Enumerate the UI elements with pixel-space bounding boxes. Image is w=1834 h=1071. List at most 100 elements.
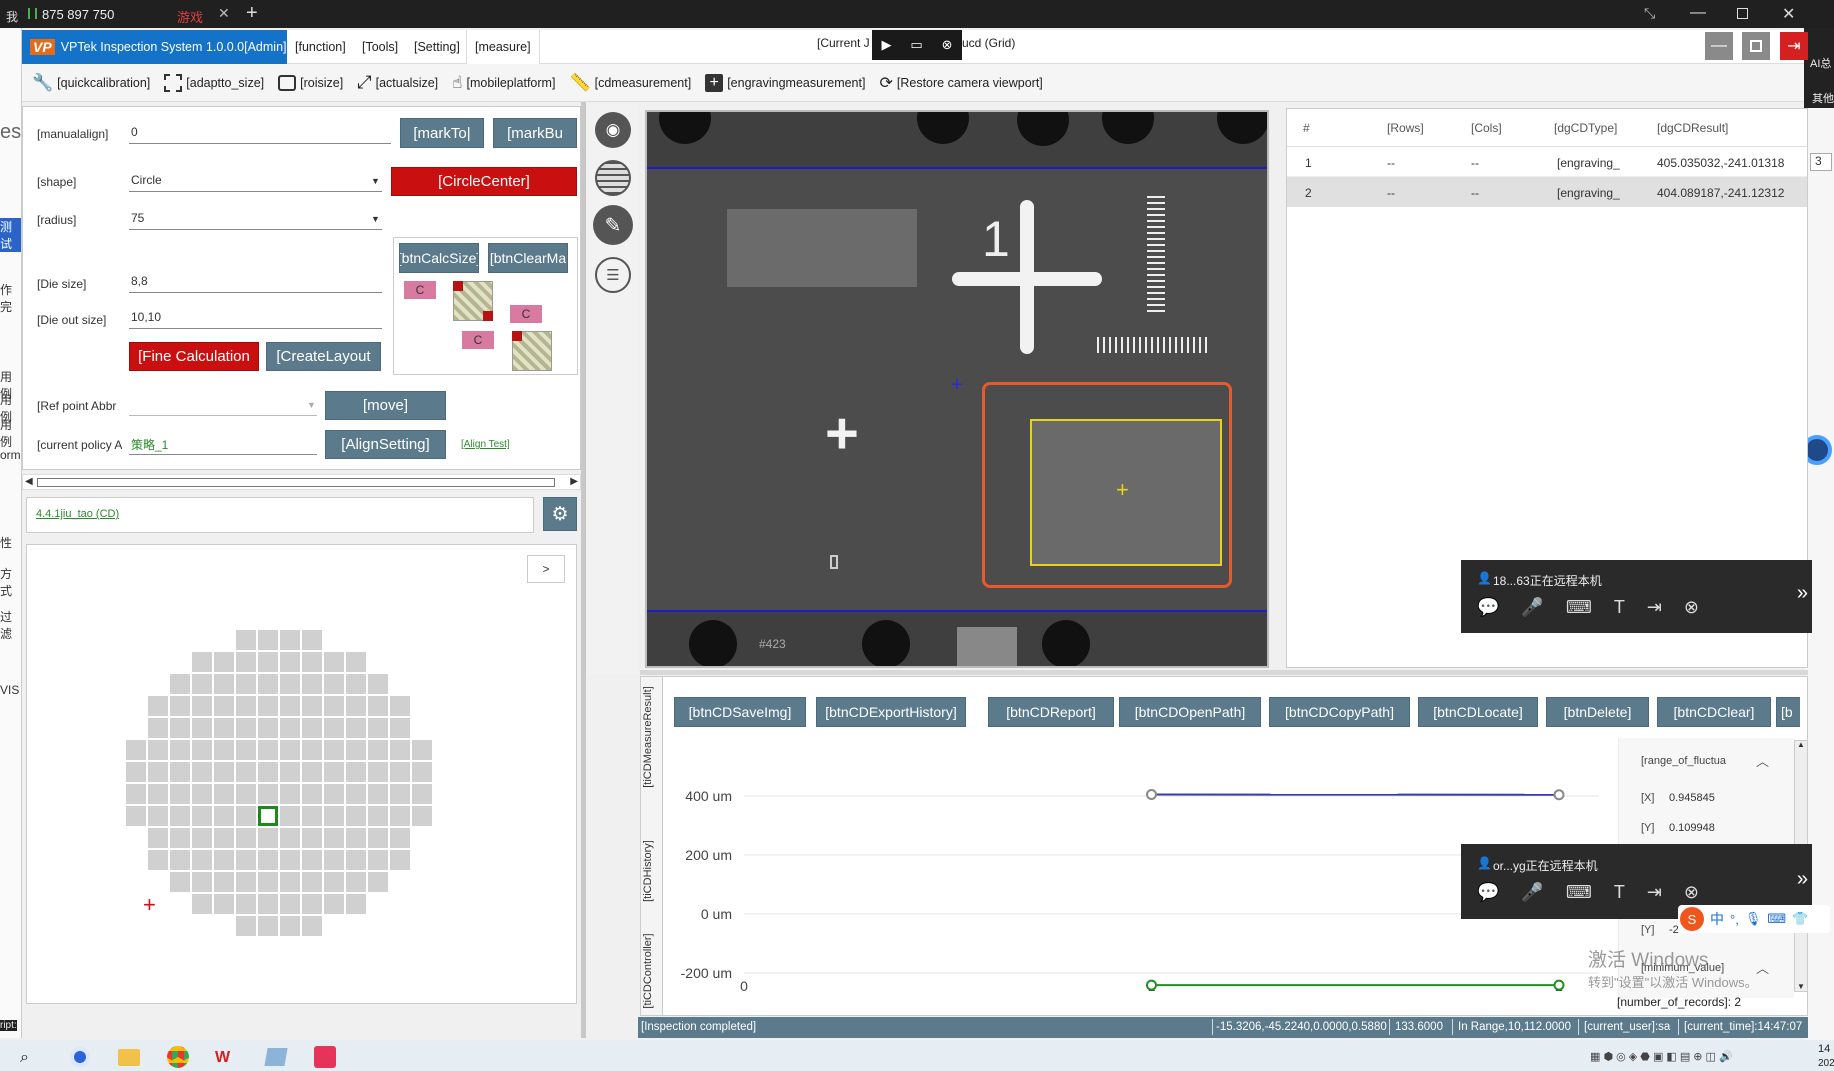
cd-saveimg-button[interactable]: [btnCDSaveImg] (674, 697, 806, 727)
wafer-die[interactable] (258, 762, 278, 782)
wafer-die[interactable] (258, 894, 278, 914)
wafer-die[interactable] (236, 872, 256, 892)
wafer-die[interactable] (236, 762, 256, 782)
measure-tools-icon[interactable]: ✎ (593, 205, 633, 245)
menu-tools[interactable]: [Tools] (362, 40, 398, 54)
screen-icon[interactable]: ▭ (910, 37, 922, 53)
wafer-die[interactable] (148, 828, 168, 848)
scroll-left-icon[interactable]: ◀ (25, 476, 33, 487)
wafer-die[interactable] (280, 696, 300, 716)
tab-controller[interactable]: [tiCDController] (642, 921, 660, 1021)
wafer-die[interactable] (368, 806, 388, 826)
wafer-die[interactable] (192, 894, 212, 914)
menu-measure[interactable]: [measure] (466, 30, 540, 64)
wafer-die[interactable] (214, 674, 234, 694)
wafer-die[interactable] (192, 850, 212, 870)
close-circle-icon[interactable]: ⊗ (1684, 597, 1699, 618)
cd-report-button[interactable]: [btnCDReport] (988, 697, 1114, 727)
wafer-die[interactable] (258, 630, 278, 650)
alignsetting-button[interactable]: [AlignSetting] (325, 430, 446, 459)
cd-openpath-button[interactable]: [btnCDOpenPath] (1119, 697, 1261, 727)
wafer-die[interactable] (302, 850, 322, 870)
wafer-die[interactable] (368, 828, 388, 848)
scroll-down-icon[interactable]: ▼ (1797, 982, 1805, 991)
wafer-die[interactable] (280, 806, 300, 826)
manualalign-input[interactable]: 0 (129, 125, 391, 144)
mic-icon[interactable]: 🎙 (1745, 911, 1762, 927)
col-header-cols[interactable]: [Cols] (1471, 121, 1502, 135)
new-tab-button[interactable]: + (246, 2, 258, 25)
wafer-die[interactable] (258, 872, 278, 892)
wafer-die[interactable] (346, 762, 366, 782)
chevron-down-icon[interactable]: ▼ (371, 214, 380, 224)
wafer-die[interactable] (236, 784, 256, 804)
chevron-up-icon[interactable]: ︿ (1756, 958, 1769, 977)
toolbar-actualsize[interactable]: ⤢ [actualsize] (357, 72, 438, 93)
wafer-die[interactable] (280, 674, 300, 694)
wafer-die[interactable] (390, 850, 410, 870)
wafer-die[interactable] (346, 740, 366, 760)
wafer-die[interactable] (170, 740, 190, 760)
grid-sphere-icon[interactable] (595, 160, 631, 196)
wafer-die[interactable] (302, 762, 322, 782)
table-row[interactable]: 2 -- -- [engraving_ 404.089187,-241.1231… (1287, 177, 1807, 207)
wafer-die[interactable] (346, 652, 366, 672)
wafer-die[interactable] (126, 740, 146, 760)
wafer-die[interactable] (280, 916, 300, 936)
remote-toolbar[interactable]: ▶ ▭ ⊗ (872, 30, 962, 60)
wafer-die[interactable] (324, 806, 344, 826)
popup-collapse-icon[interactable]: » (1797, 868, 1808, 891)
wafer-die[interactable] (148, 806, 168, 826)
wafer-die[interactable] (346, 696, 366, 716)
wafer-die[interactable] (148, 762, 168, 782)
wafer-die[interactable] (192, 674, 212, 694)
chevron-down-icon[interactable]: ▼ (307, 400, 316, 410)
policy-input[interactable]: 策略_1 (129, 436, 317, 455)
wafer-die[interactable] (236, 740, 256, 760)
wafer-die[interactable] (302, 872, 322, 892)
radius-select[interactable]: 75 (129, 211, 382, 230)
refpoint-select[interactable] (129, 397, 317, 416)
wafer-die[interactable] (390, 828, 410, 848)
app-minimize-button[interactable]: — (1705, 32, 1733, 60)
cd-locate-button[interactable]: [btnCDLocate] (1418, 697, 1538, 727)
wafer-die[interactable] (236, 696, 256, 716)
wafer-die[interactable] (302, 740, 322, 760)
app-restore-button[interactable] (1742, 32, 1770, 60)
wafer-die[interactable] (390, 718, 410, 738)
createlayout-button[interactable]: [CreateLayout (266, 342, 381, 371)
ime-mode[interactable]: 中 (1710, 909, 1724, 929)
wafer-die[interactable] (302, 916, 322, 936)
wafer-die[interactable] (346, 806, 366, 826)
wafer-die[interactable] (368, 850, 388, 870)
app-exit-button[interactable]: ⇥ (1780, 32, 1808, 60)
wafer-expand-button[interactable]: > (527, 555, 565, 583)
wafer-die[interactable] (214, 806, 234, 826)
recipe-settings-button[interactable]: ⚙ (543, 497, 577, 531)
search-icon[interactable]: ⌕ (20, 1049, 29, 1067)
shirt-icon[interactable]: 👕 (1792, 911, 1808, 927)
wafer-die[interactable] (280, 872, 300, 892)
wafer-die[interactable] (214, 762, 234, 782)
wafer-die[interactable] (236, 652, 256, 672)
wafer-die[interactable] (258, 850, 278, 870)
scroll-right-icon[interactable]: ▶ (570, 476, 578, 487)
wafer-die[interactable] (368, 696, 388, 716)
close-tab-icon[interactable]: ✕ (218, 5, 230, 22)
wafer-die[interactable] (258, 828, 278, 848)
wafer-die[interactable] (236, 718, 256, 738)
popup-collapse-icon[interactable]: » (1797, 582, 1808, 605)
wafer-die[interactable] (324, 718, 344, 738)
file-transfer-icon[interactable]: ⇥ (1647, 882, 1662, 903)
wafer-die[interactable] (258, 916, 278, 936)
scroll-up-icon[interactable]: ▲ (1797, 740, 1805, 749)
wafer-die[interactable] (236, 630, 256, 650)
keyboard-icon[interactable]: ⌨ (1566, 882, 1592, 903)
wafer-die[interactable] (192, 784, 212, 804)
wafer-die[interactable] (280, 630, 300, 650)
wafer-die[interactable] (214, 850, 234, 870)
toolbar-quickcalibration[interactable]: 🔧 [quickcalibration] (32, 73, 150, 93)
markbut-button[interactable]: [markBu (493, 118, 577, 148)
wafer-die[interactable] (412, 806, 432, 826)
table-row[interactable]: 1 -- -- [engraving_ 405.035032,-241.0131… (1287, 147, 1807, 177)
